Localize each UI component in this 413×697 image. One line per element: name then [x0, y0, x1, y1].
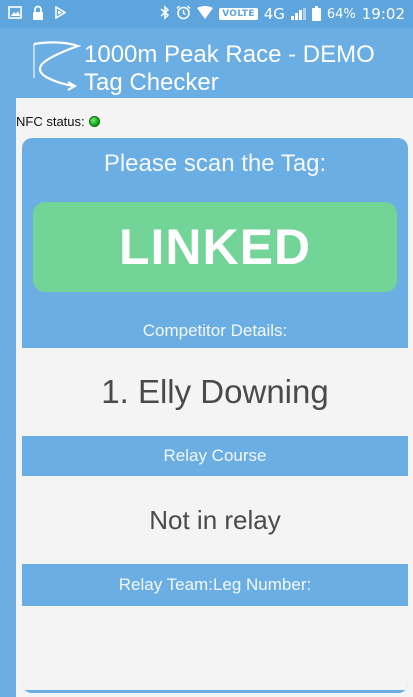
volte-badge: VOLTE [219, 8, 258, 20]
wifi-icon [197, 5, 214, 23]
clock: 19:02 [361, 5, 405, 23]
nfc-status-indicator-icon [88, 115, 100, 127]
relay-course-header: Relay Course [163, 446, 267, 465]
lock-icon [32, 5, 44, 24]
relay-team-header: Relay Team:Leg Number: [118, 575, 312, 594]
battery-icon [311, 5, 321, 21]
relay-team-value [22, 606, 408, 690]
competitor-details-header: Competitor Details: [142, 321, 288, 340]
app-subtitle: Tag Checker [84, 69, 219, 96]
scan-prompt: Please scan the Tag: [103, 150, 327, 177]
race-logo-icon [30, 38, 82, 92]
network-type: 4G [263, 5, 285, 23]
competitor-name: 1. Elly Downing [101, 373, 329, 410]
play-arrow-icon [54, 5, 67, 23]
nfc-status-row: NFC status: [16, 112, 100, 130]
tag-checker-card: Please scan the Tag: LINKED Competitor D… [22, 138, 408, 693]
app-title: 1000m Peak Race - DEMO [84, 41, 375, 68]
competitor-details-value: 1. Elly Downing [22, 348, 408, 436]
bluetooth-icon [160, 4, 170, 24]
alarm-icon [176, 4, 191, 24]
image-icon [8, 5, 22, 23]
signal-icon [290, 8, 306, 20]
battery-percent: 64% [326, 6, 356, 22]
relay-course-value: Not in relay [22, 476, 408, 564]
app-header: 1000m Peak Race - DEMO Tag Checker [0, 28, 413, 98]
relay-course-text: Not in relay [149, 504, 281, 535]
tag-status-button[interactable]: LINKED [33, 202, 397, 292]
nfc-status-label: NFC status: [16, 113, 85, 129]
status-bar: VOLTE 4G 64% 19:02 [0, 0, 413, 28]
main-content: NFC status: Please scan the Tag: LINKED … [16, 98, 413, 697]
